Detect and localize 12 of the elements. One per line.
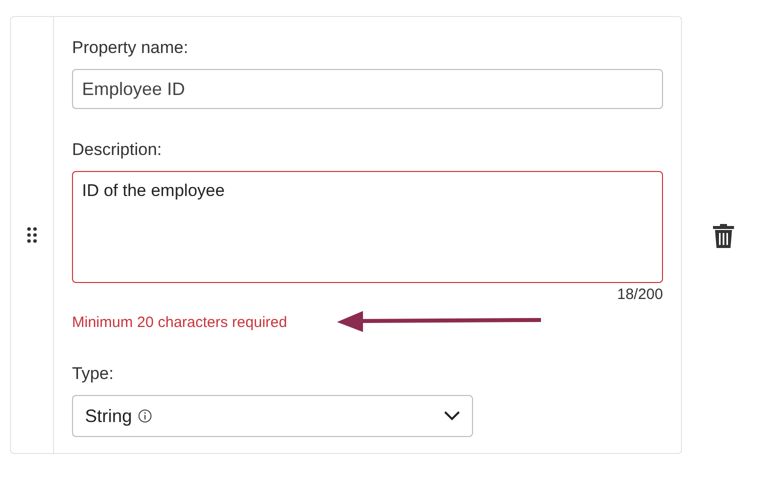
info-icon — [138, 409, 152, 423]
input-field[interactable]: Employee ID — [72, 69, 663, 109]
trash-icon[interactable] — [712, 222, 735, 249]
character-counter: 18/200 — [616, 285, 663, 305]
type-dropdown[interactable]: String — [72, 395, 473, 437]
field-label: Type: — [72, 363, 114, 385]
text-area[interactable]: ID of the employee — [72, 171, 663, 283]
error-message: Minimum 20 characters required — [72, 313, 288, 333]
field-label: Description: — [72, 139, 162, 161]
chevron-down-icon — [444, 411, 460, 421]
field-label: Property name: — [72, 37, 190, 59]
drag-handle-icon[interactable] — [26, 226, 38, 244]
